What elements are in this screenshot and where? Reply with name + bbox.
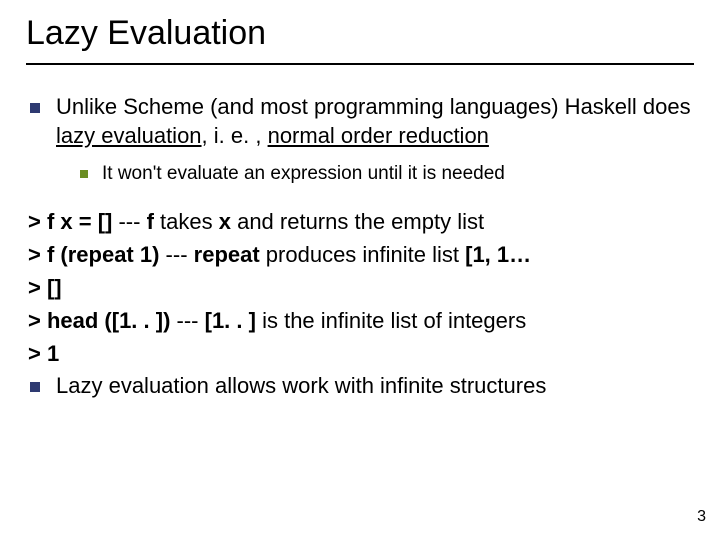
code-comment: --- [166,242,194,267]
slide-title: Lazy Evaluation [26,14,694,65]
code-bold: > head ([1. . ]) [28,308,177,333]
code-line: > [] [28,271,694,304]
code-comment: --- [177,308,205,333]
underlined-text: normal order reduction [268,123,489,148]
text-run: , i. e. , [202,123,268,148]
code-line: > f (repeat 1) --- repeat produces infin… [28,238,694,271]
code-line: > f x = [] --- f takes x and returns the… [28,205,694,238]
code-line: > head ([1. . ]) --- [1. . ] is the infi… [28,304,694,337]
underlined-text: lazy evaluation [56,123,202,148]
code-bold: repeat [194,242,260,267]
code-comment: and returns the empty list [231,209,484,234]
code-bold: > f (repeat 1) [28,242,166,267]
code-comment: takes [154,209,219,234]
code-bold: > f x = [] [28,209,118,234]
bullet-level-1: Unlike Scheme (and most programming lang… [26,93,694,150]
bullet-text: It won't evaluate an expression until it… [102,162,694,187]
bullet-text: Unlike Scheme (and most programming lang… [56,93,694,150]
code-comment: produces infinite list [260,242,465,267]
bullet-level-2: It won't evaluate an expression until it… [80,162,694,187]
code-comment: is the infinite list of integers [256,308,526,333]
slide: Lazy Evaluation Unlike Scheme (and most … [0,0,720,540]
bullet-level-1: Lazy evaluation allows work with infinit… [26,372,694,401]
code-bold: [1, 1… [465,242,531,267]
square-bullet-icon [30,382,40,392]
square-bullet-icon [30,103,40,113]
square-bullet-icon [80,170,88,178]
code-comment: --- [118,209,146,234]
bullet-text: Lazy evaluation allows work with infinit… [56,372,694,401]
text-run: Unlike Scheme (and most programming lang… [56,94,691,119]
code-line: > 1 [28,337,694,370]
code-bold: f [147,209,154,234]
page-number: 3 [697,508,706,526]
code-bold: [1. . ] [205,308,256,333]
code-bold: x [219,209,231,234]
